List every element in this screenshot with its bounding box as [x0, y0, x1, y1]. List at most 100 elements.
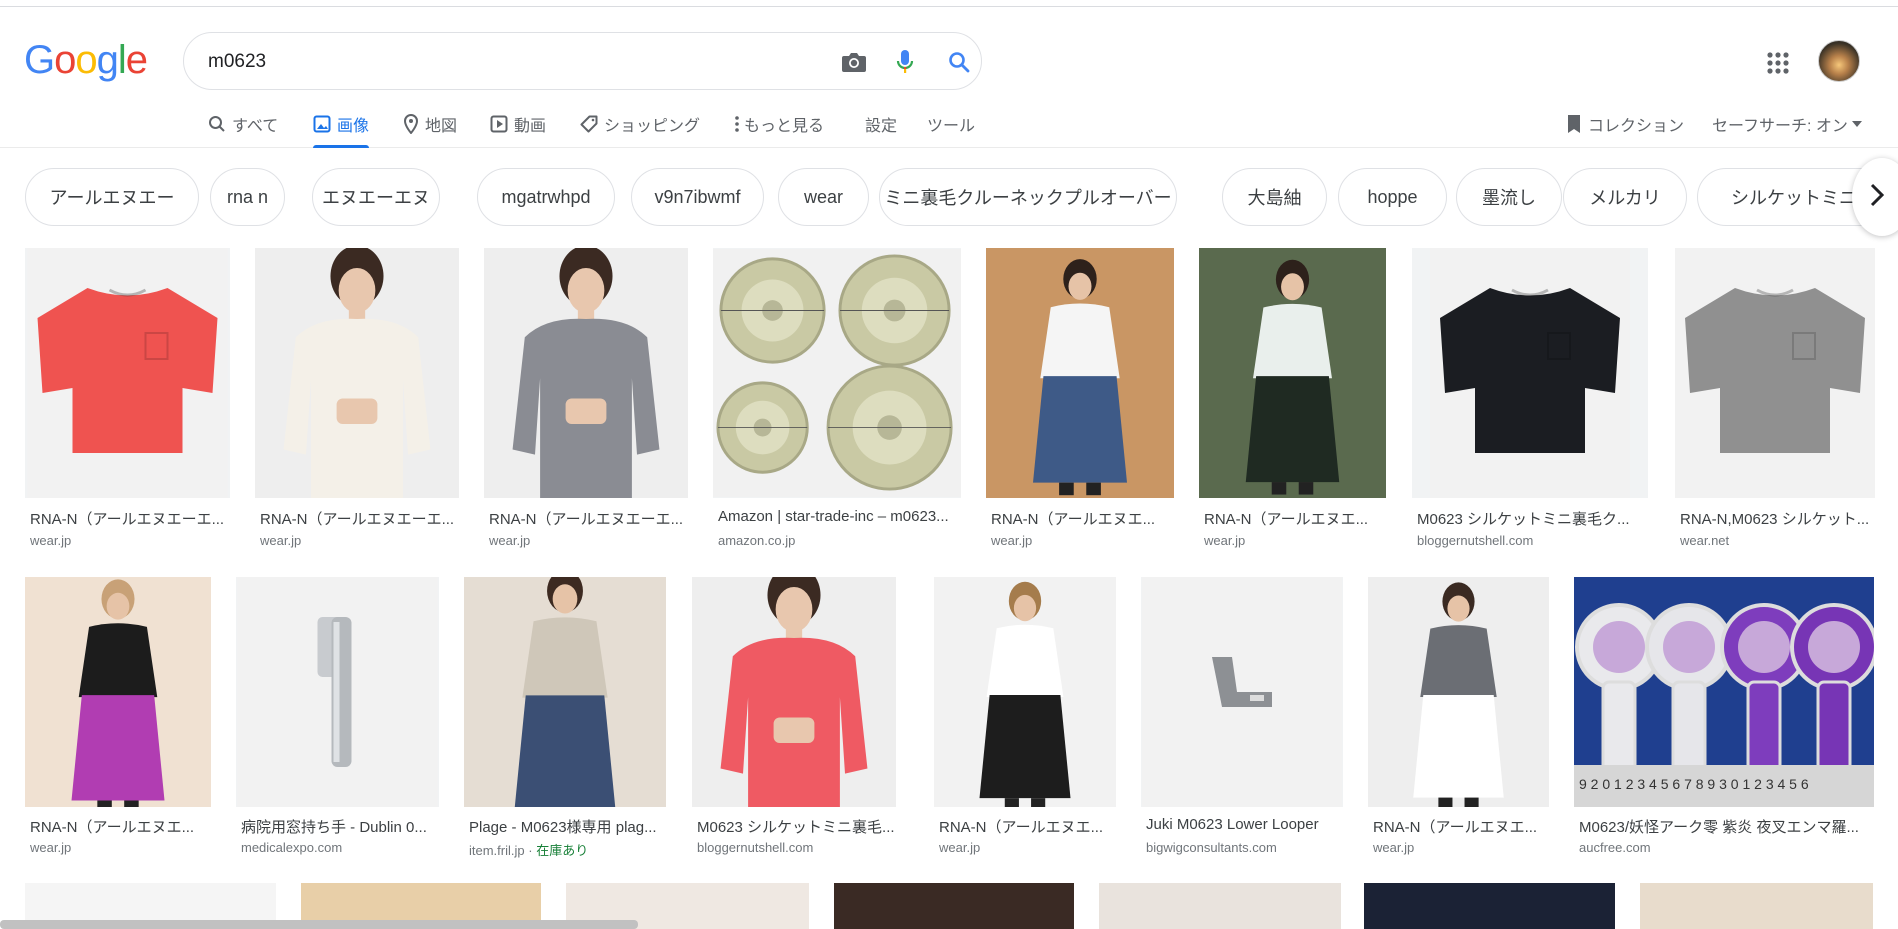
chip-label: 墨流し [1482, 188, 1536, 208]
chip-10[interactable]: 墨流し [1456, 168, 1562, 226]
tab-videos[interactable]: 動画 [490, 100, 546, 147]
safesearch-label: セーフサーチ: オン [1712, 117, 1848, 135]
chip-3[interactable]: エヌエーエヌ [312, 168, 440, 226]
image-result-card[interactable]: RNA-N（アールエヌエ... wear.jp [986, 248, 1174, 551]
apps-grid-icon[interactable] [1764, 49, 1792, 77]
result-title[interactable]: Juki M0623 Lower Looper [1146, 816, 1342, 833]
result-thumbnail[interactable] [236, 577, 439, 807]
chip-5[interactable]: v9n7ibwmf [631, 168, 764, 226]
result-thumbnail[interactable] [1141, 577, 1343, 807]
search-icon[interactable] [944, 47, 974, 77]
result-title[interactable]: M0623/妖怪アーク零 紫炎 夜叉エンマ羅... [1579, 816, 1873, 837]
result-title[interactable]: M0623 シルケットミニ裏毛ク... [1417, 508, 1647, 529]
chip-2[interactable]: rna n [210, 168, 285, 226]
result-thumbnail[interactable] [934, 577, 1116, 807]
chevron-right-icon [1870, 183, 1885, 212]
chip-7[interactable]: ミニ裏毛クルーネックプルオーバー [879, 168, 1177, 226]
tab-label: ツール [927, 117, 976, 135]
result-title[interactable]: RNA-N（アールエヌエ... [1204, 508, 1385, 529]
result-thumbnail[interactable] [986, 248, 1174, 498]
source-domain: wear.jp [1204, 533, 1246, 548]
result-thumbnail[interactable] [255, 248, 459, 498]
tab-all[interactable]: すべて [208, 100, 278, 147]
result-title[interactable]: RNA-N（アールエヌエーエ... [30, 508, 229, 529]
result-thumbnail[interactable] [25, 577, 211, 807]
result-title[interactable]: Plage - M0623様専用 plag... [469, 816, 665, 837]
tab-label: ショッピング [604, 117, 701, 135]
result-thumbnail[interactable] [1364, 883, 1615, 929]
result-thumbnail[interactable] [692, 577, 896, 807]
image-result-card[interactable]: RNA-N（アールエヌエーエ... wear.jp [255, 248, 459, 551]
result-title[interactable]: RNA-N（アールエヌエ... [991, 508, 1173, 529]
source-domain: wear.jp [939, 840, 981, 855]
result-source: wear.jp [1373, 840, 1414, 855]
camera-icon[interactable] [839, 47, 869, 77]
image-result-card[interactable]: 病院用窓持ち手 - Dublin 0... medicalexpo.com [236, 577, 439, 858]
image-result-card[interactable]: Amazon | star-trade-inc – m0623... amazon… [713, 248, 961, 551]
source-domain: wear.net [1680, 533, 1730, 548]
chip-1[interactable]: アールエヌエー [25, 168, 199, 226]
result-title[interactable]: RNA-N（アールエヌエ... [30, 816, 210, 837]
chip-11[interactable]: メルカリ [1563, 168, 1687, 226]
tab-more[interactable]: もっと見る [734, 100, 824, 147]
account-avatar[interactable] [1818, 40, 1860, 82]
image-result-card[interactable]: RNA-N（アールエヌエーエ... wear.jp [25, 248, 230, 551]
result-thumbnail[interactable] [1640, 883, 1873, 929]
chip-6[interactable]: wear [778, 168, 869, 226]
image-result-card[interactable]: RNA-N（アールエヌエ... wear.jp [934, 577, 1116, 858]
result-thumbnail[interactable] [464, 577, 666, 807]
result-title[interactable]: RNA-N（アールエヌエ... [1373, 816, 1548, 837]
result-title[interactable]: RNA-N,M0623 シルケット... [1680, 508, 1874, 529]
result-thumbnail[interactable] [834, 883, 1074, 929]
source-domain: wear.jp [30, 533, 72, 548]
result-thumbnail[interactable] [1675, 248, 1875, 498]
source-domain: bloggernutshell.com [697, 840, 814, 855]
image-result-card[interactable]: 9 2 0 1 2 3 4 5 6 7 8 9 3 0 1 2 3 4 5 6 M… [1574, 577, 1874, 858]
result-title[interactable]: RNA-N（アールエヌエーエ... [489, 508, 687, 529]
image-result-card[interactable]: RNA-N（アールエヌエ... wear.jp [1368, 577, 1549, 858]
result-title[interactable]: RNA-N（アールエヌエーエ... [260, 508, 458, 529]
image-result-card[interactable]: RNA-N（アールエヌエ... wear.jp [25, 577, 211, 858]
tab-images[interactable]: 画像 [313, 100, 370, 148]
source-domain: bloggernutshell.com [1417, 533, 1534, 548]
result-thumbnail[interactable]: 9 2 0 1 2 3 4 5 6 7 8 9 3 0 1 2 3 4 5 6 [1574, 577, 1874, 807]
image-result-card[interactable]: Plage - M0623様専用 plag... item.fril.jp · 在… [464, 577, 666, 858]
result-thumbnail[interactable] [484, 248, 688, 498]
result-thumbnail[interactable] [1368, 577, 1549, 807]
safesearch-menu[interactable]: セーフサーチ: オン [1712, 100, 1868, 147]
result-title[interactable]: RNA-N（アールエヌエ... [939, 816, 1115, 837]
chip-8[interactable]: 大島紬 [1222, 168, 1327, 226]
chip-9[interactable]: hoppe [1338, 168, 1447, 226]
result-thumbnail[interactable] [1099, 883, 1341, 929]
result-thumbnail[interactable] [1412, 248, 1648, 498]
chip-label: シルケットミニ [1731, 188, 1857, 208]
search-tabs-bar: すべて 画像 地図 動画 ショッピング もっと見る 設定 ツール コレクション … [0, 100, 1898, 148]
image-result-card[interactable]: RNA-N,M0623 シルケット... wear.net [1675, 248, 1875, 551]
tab-shopping[interactable]: ショッピング [580, 100, 700, 147]
result-thumbnail[interactable] [713, 248, 961, 498]
result-thumbnail[interactable] [1199, 248, 1386, 498]
result-title[interactable]: Amazon | star-trade-inc – m0623... [718, 508, 960, 525]
chip-4[interactable]: mgatrwhpd [477, 168, 615, 226]
search-input[interactable] [208, 47, 768, 77]
result-title[interactable]: M0623 シルケットミニ裏毛... [697, 816, 895, 837]
logo-letter: e [125, 38, 148, 82]
mic-icon[interactable] [890, 47, 920, 77]
tab-maps[interactable]: 地図 [403, 100, 457, 147]
tab-tools[interactable]: ツール [927, 100, 975, 147]
image-result-card[interactable]: Juki M0623 Lower Looper bigwigconsultants… [1141, 577, 1343, 858]
google-logo[interactable]: Google [24, 38, 148, 83]
result-thumbnail[interactable] [25, 248, 230, 498]
image-result-card[interactable]: RNA-N（アールエヌエーエ... wear.jp [484, 248, 688, 551]
image-result-card[interactable]: RNA-N（アールエヌエ... wear.jp [1199, 248, 1386, 551]
result-title[interactable]: 病院用窓持ち手 - Dublin 0... [241, 816, 438, 837]
collections-link[interactable]: コレクション [1566, 100, 1684, 147]
source-domain: wear.jp [489, 533, 531, 548]
caret-down-icon [1851, 120, 1862, 127]
horizontal-scrollbar[interactable] [0, 920, 638, 929]
image-result-card[interactable]: M0623 シルケットミニ裏毛ク... bloggernutshell.com [1412, 248, 1648, 551]
result-source: wear.jp [260, 533, 301, 548]
logo-letter: G [24, 38, 55, 82]
image-result-card[interactable]: M0623 シルケットミニ裏毛... bloggernutshell.com [692, 577, 896, 858]
tab-settings[interactable]: 設定 [865, 100, 897, 147]
